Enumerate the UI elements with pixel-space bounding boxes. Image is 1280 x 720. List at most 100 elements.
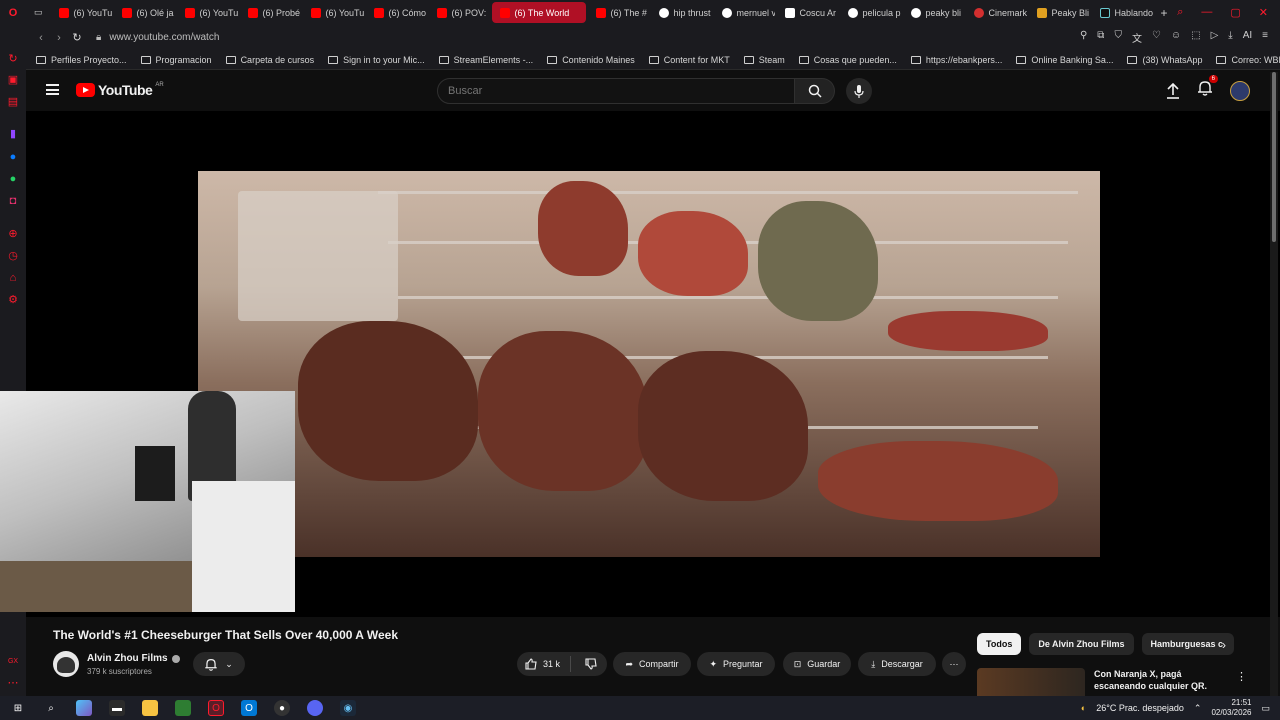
settings-icon[interactable]: ⚙	[6, 293, 20, 307]
sidebar-box-icon[interactable]: ▤	[6, 95, 20, 109]
suggested-video-thumbnail[interactable]	[977, 668, 1085, 696]
sidebar-reload-icon[interactable]: ↻	[6, 52, 20, 66]
browser-tab[interactable]: Hablando	[1092, 2, 1153, 23]
obs-icon[interactable]: ●	[274, 700, 290, 716]
bookmark-item[interactable]: Steam	[743, 55, 785, 65]
browser-tab[interactable]: (6) Olé ja	[114, 2, 175, 23]
browser-tab[interactable]: (6) The World	[491, 2, 586, 23]
account-avatar[interactable]	[1230, 80, 1250, 101]
terminal-icon[interactable]: ▬	[109, 700, 125, 716]
bookmark-item[interactable]: Content for MKT	[648, 55, 730, 65]
weather-text[interactable]: 26°C Prac. despejado	[1096, 703, 1184, 713]
clock[interactable]: 21:51 02/03/2026	[1211, 698, 1251, 718]
chip-hamburgers[interactable]: Hamburguesas c	[1141, 633, 1234, 655]
save-button[interactable]: ⊡ Guardar	[783, 652, 851, 676]
translate-icon[interactable]: 文	[1132, 30, 1142, 45]
snapshot-icon[interactable]: ⧉	[1097, 30, 1104, 45]
suggestion-menu-icon[interactable]: ⋮	[1236, 670, 1247, 683]
browser-tab[interactable]: hip thrust	[651, 2, 712, 23]
reload-icon[interactable]: ↻	[68, 31, 86, 44]
url-text[interactable]: www.youtube.com/watch	[109, 32, 219, 43]
outlook-icon[interactable]: O	[241, 700, 257, 716]
maximize-icon[interactable]: ▢	[1230, 6, 1240, 19]
discord-icon[interactable]	[307, 700, 323, 716]
browser-tab[interactable]: Cinemark	[966, 2, 1027, 23]
steam-icon[interactable]: ◉	[340, 700, 356, 716]
bookmark-item[interactable]: https://ebankpers...	[910, 55, 1002, 65]
file-explorer-icon[interactable]	[142, 700, 158, 716]
opera-gx-icon[interactable]: O	[208, 700, 224, 716]
browser-menu-icon[interactable]: ▭	[26, 2, 51, 23]
bookmark-item[interactable]: Cosas que pueden...	[798, 55, 897, 65]
upload-icon[interactable]	[1166, 82, 1180, 99]
chevron-right-icon[interactable]: ›	[1222, 638, 1226, 652]
browser-tab[interactable]: mernuel v	[714, 2, 775, 23]
dislike-icon[interactable]	[585, 658, 597, 670]
bookmark-item[interactable]: (38) WhatsApp	[1127, 55, 1202, 65]
heart-icon[interactable]: ♡	[1152, 30, 1161, 45]
url-field[interactable]: 🔒︎ www.youtube.com/watch	[96, 32, 219, 43]
bookmark-item[interactable]: Perfiles Proyecto...	[36, 55, 127, 65]
browser-tab[interactable]: (6) Cómo	[366, 2, 427, 23]
bookmark-item[interactable]: StreamElements -...	[438, 55, 533, 65]
browser-tab[interactable]: (6) YouTu	[177, 2, 238, 23]
gx-icon[interactable]: GX	[6, 655, 20, 669]
browser-tab[interactable]: pelicula p	[840, 2, 901, 23]
close-icon[interactable]: ✕	[1259, 6, 1268, 19]
scrollbar-thumb[interactable]	[1272, 72, 1276, 242]
ask-button[interactable]: ✦ Preguntar	[697, 652, 775, 676]
browser-tab[interactable]: (6) The #	[588, 2, 649, 23]
new-tab-button[interactable]: +	[1153, 2, 1176, 23]
bookmark-item[interactable]: Online Banking Sa...	[1016, 55, 1113, 65]
sidebar-more-icon[interactable]: ⋯	[6, 676, 20, 690]
extensions-icon[interactable]: ⬚	[1191, 30, 1200, 45]
twitch-icon[interactable]: ▮	[6, 127, 20, 141]
taskbar-search-icon[interactable]: ⌕	[43, 700, 59, 716]
suggested-video-title[interactable]: Con Naranja X, pagá escaneando cualquier…	[1094, 668, 1214, 692]
search-input[interactable]	[437, 78, 795, 104]
browser-tab[interactable]: Coscu Ar	[777, 2, 838, 23]
tray-chevron-icon[interactable]: ⌃	[1194, 703, 1202, 714]
browser-tab[interactable]: Peaky Bli	[1029, 2, 1090, 23]
shield-icon[interactable]: ⛉	[1114, 30, 1122, 45]
notifications-button[interactable]: 6	[1198, 75, 1218, 101]
share-button[interactable]: ➦ Compartir	[613, 652, 691, 676]
browser-tab[interactable]: (6) POV:	[429, 2, 490, 23]
messenger-icon[interactable]: ●	[6, 150, 20, 164]
play-icon[interactable]: ▷	[1211, 30, 1219, 45]
forward-icon[interactable]: ›	[50, 32, 68, 44]
voice-search-button[interactable]	[846, 78, 872, 104]
sidebar-add-icon[interactable]: ⊕	[6, 227, 20, 241]
minimize-icon[interactable]: —	[1201, 6, 1212, 19]
subscription-bell-button[interactable]: ⌄	[193, 652, 245, 676]
notification-center-icon[interactable]: ▭	[1261, 703, 1270, 714]
more-actions-button[interactable]: ⋯	[942, 652, 966, 676]
like-count[interactable]: 31 k	[543, 659, 560, 669]
browser-tab[interactable]: (6) YouTu	[51, 2, 112, 23]
copilot-icon[interactable]	[76, 700, 92, 716]
chip-all[interactable]: Todos	[977, 633, 1022, 655]
download-button[interactable]: ⤓ Descargar	[858, 652, 936, 676]
search-button[interactable]	[795, 78, 835, 104]
chip-channel[interactable]: De Alvin Zhou Films	[1029, 633, 1134, 655]
like-icon[interactable]	[525, 658, 537, 670]
download-icon[interactable]: ⤓	[1228, 30, 1232, 45]
profile-icon[interactable]: ☺	[1171, 30, 1181, 45]
whatsapp-icon[interactable]: ●	[6, 172, 20, 186]
guide-menu-icon[interactable]	[46, 84, 59, 95]
channel-name[interactable]: Alvin Zhou Films	[87, 653, 180, 664]
channel-name-text[interactable]: Alvin Zhou Films	[87, 653, 168, 664]
browser-tab[interactable]: (6) Probé	[240, 2, 301, 23]
bookmark-item[interactable]: Contenido Maines	[547, 55, 635, 65]
search-tabs-icon[interactable]: ⌕	[1177, 6, 1183, 19]
sidebar-pin-icon[interactable]: ⌂	[6, 271, 20, 285]
channel-avatar[interactable]	[53, 651, 79, 677]
bookmark-item[interactable]: Sign in to your Mic...	[328, 55, 425, 65]
ai-button[interactable]: AI	[1243, 30, 1252, 45]
instagram-icon[interactable]: ◘	[6, 194, 20, 208]
pin-icon[interactable]: ⚲	[1080, 30, 1087, 45]
calculator-icon[interactable]	[175, 700, 191, 716]
bookmark-item[interactable]: Carpeta de cursos	[225, 55, 314, 65]
opera-logo-icon[interactable]: O	[6, 6, 20, 20]
page-scrollbar[interactable]	[1270, 72, 1278, 696]
